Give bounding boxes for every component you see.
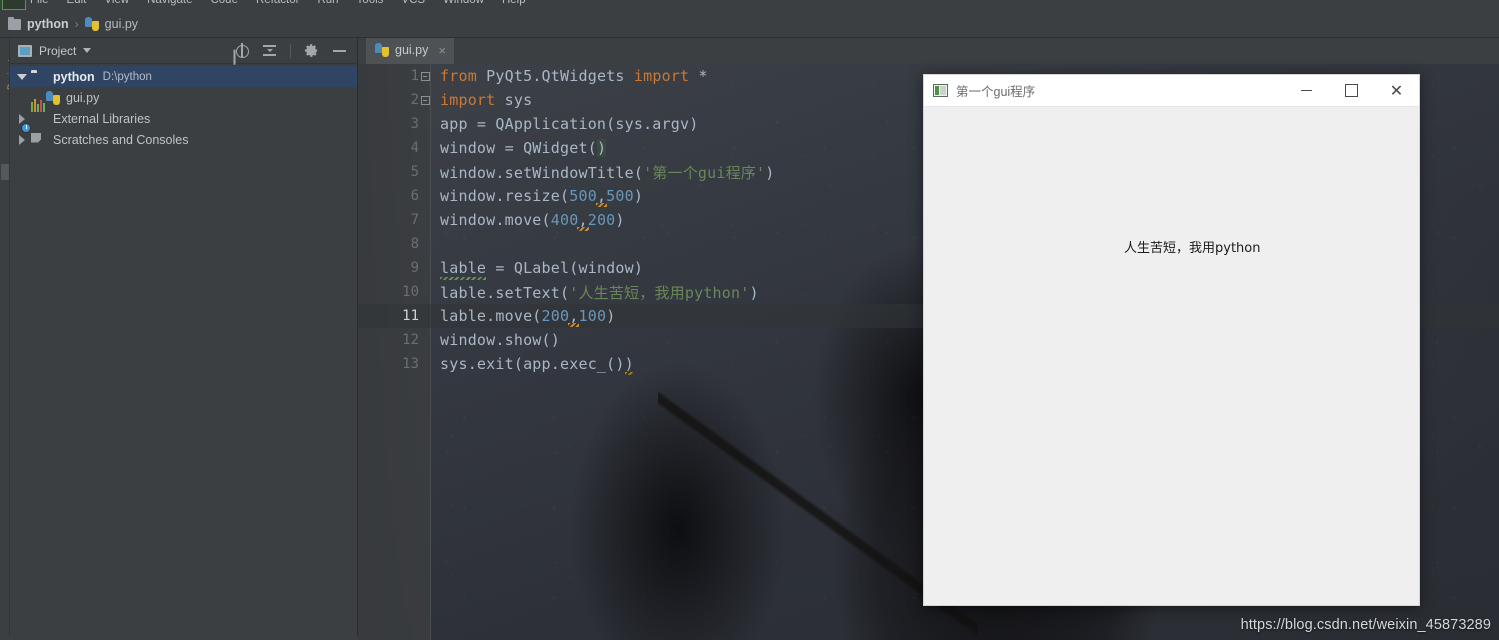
menu-item-help[interactable]: Help (502, 0, 526, 6)
line-number: 9 (410, 260, 419, 276)
line-number: 7 (410, 212, 419, 228)
close-button[interactable]: ✕ (1374, 75, 1419, 107)
fold-marker-icon[interactable] (419, 95, 431, 105)
menu-item-tools[interactable]: Tools (357, 0, 384, 6)
tree-item-label: gui.py (66, 90, 100, 105)
chevron-down-icon[interactable] (83, 48, 92, 53)
code-text: sys.exit(app.exec_()) (440, 355, 634, 373)
maximize-button[interactable] (1329, 75, 1374, 107)
chevron-down-icon[interactable] (16, 73, 27, 80)
gear-icon[interactable] (304, 43, 319, 58)
folder-icon (8, 16, 21, 30)
line-number: 5 (410, 164, 419, 180)
app-window-icon (933, 84, 948, 97)
breadcrumb-file[interactable]: gui.py (105, 17, 138, 31)
watermark: https://blog.csdn.net/weixin_45873289 (1240, 617, 1491, 633)
line-number: 10 (402, 284, 419, 300)
menu-bar: File Edit View Navigate Code Refactor Ru… (0, 0, 1499, 11)
project-panel-header: Project (10, 38, 357, 64)
code-text: lable = QLabel(window) (440, 259, 644, 277)
code-text: window = QWidget() (440, 139, 607, 157)
tree-item-path: D:\python (102, 70, 152, 83)
breadcrumb-separator: › (74, 17, 79, 31)
folder-icon (31, 70, 47, 84)
breadcrumb-project[interactable]: python (27, 17, 69, 31)
project-panel-title: Project (39, 43, 77, 58)
python-file-icon (375, 43, 389, 57)
minimize-button[interactable] (1284, 75, 1329, 107)
pyqt-title-bar[interactable]: 第一个gui程序 ✕ (924, 75, 1419, 107)
code-text: window.move(400,200) (440, 211, 625, 229)
editor-tab-strip: gui.py × (358, 38, 1499, 64)
project-tree: python D:\python gui.py External Librari… (10, 64, 357, 150)
collapse-all-icon[interactable] (262, 43, 277, 58)
scratches-icon (21, 122, 47, 147)
chevron-right-icon[interactable] (16, 134, 27, 145)
python-file-icon (46, 90, 60, 105)
app-logo (2, 0, 26, 10)
code-text: app = QApplication(sys.argv) (440, 115, 699, 133)
tree-row[interactable]: gui.py (10, 87, 357, 108)
menu-item-file[interactable]: File (30, 0, 49, 6)
menu-item-code[interactable]: Code (210, 0, 238, 6)
menu-item-edit[interactable]: Edit (67, 0, 87, 6)
tree-item-label: External Libraries (53, 111, 151, 126)
project-icon (18, 44, 32, 57)
tree-row[interactable]: Scratches and Consoles (10, 122, 357, 150)
libraries-icon (31, 98, 47, 126)
hide-icon[interactable] (332, 43, 347, 58)
line-number: 8 (410, 236, 419, 252)
menu-item-window[interactable]: Window (443, 0, 484, 6)
menu-item-refactor[interactable]: Refactor (256, 0, 299, 6)
tool-window-strip-left: Project (0, 38, 10, 640)
close-icon[interactable]: × (438, 44, 446, 57)
line-number: 3 (410, 116, 419, 132)
tree-row[interactable]: python D:\python (10, 66, 357, 87)
line-number: 4 (410, 140, 419, 156)
breadcrumb: python › gui.py (0, 11, 1499, 38)
tab-gui-py[interactable]: gui.py × (366, 38, 454, 64)
menu-item-navigate[interactable]: Navigate (147, 0, 192, 6)
pyqt-window-title: 第一个gui程序 (956, 85, 1036, 99)
code-text: lable.setText('人生苦短，我用python') (440, 283, 759, 302)
tree-item-label: python (53, 69, 95, 84)
menu-item-run[interactable]: Run (317, 0, 338, 6)
code-text: window.resize(500,500) (440, 187, 644, 205)
line-number: 6 (410, 188, 419, 204)
pyqt-label: 人生苦短，我用python (1124, 241, 1261, 256)
code-text: lable.move(200,100) (440, 307, 616, 325)
pyqt-application-window[interactable]: 第一个gui程序 ✕ 人生苦短，我用python (923, 74, 1420, 606)
fold-marker-icon[interactable] (419, 71, 431, 81)
line-number: 1 (410, 68, 419, 84)
line-number: 13 (402, 356, 419, 372)
toolbar-divider (290, 43, 291, 58)
python-file-icon (84, 17, 99, 31)
pyqt-window-body: 人生苦短，我用python (924, 107, 1419, 605)
code-text: window.show() (440, 331, 560, 349)
project-tool-window: Project python D:\python gui.py External… (10, 38, 358, 640)
menu-item-vcs[interactable]: VCS (401, 0, 425, 6)
strip-nub (1, 164, 9, 180)
code-text: import sys (440, 91, 533, 109)
tree-row[interactable]: External Libraries (10, 98, 357, 129)
line-number: 2 (410, 92, 419, 108)
menu-item-view[interactable]: View (104, 0, 129, 6)
line-number: 12 (402, 332, 419, 348)
code-text: window.setWindowTitle('第一个gui程序') (440, 163, 775, 182)
tab-label: gui.py (395, 43, 429, 57)
line-number: 11 (402, 308, 419, 324)
code-text: from PyQt5.QtWidgets import * (440, 67, 708, 85)
locate-icon[interactable] (234, 43, 249, 58)
tree-item-label: Scratches and Consoles (53, 132, 189, 147)
menu-items[interactable]: File Edit View Navigate Code Refactor Ru… (30, 0, 526, 10)
